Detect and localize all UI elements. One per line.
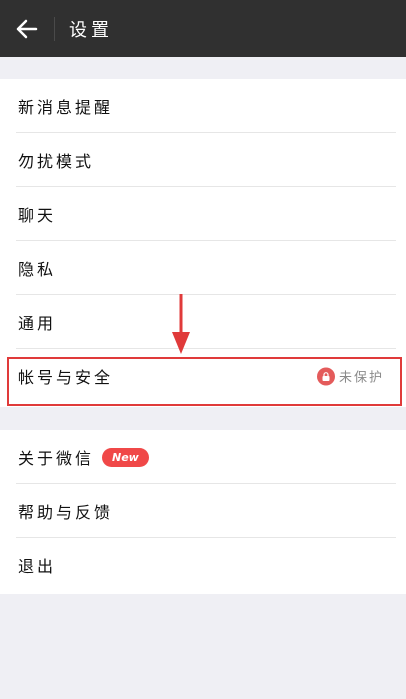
- settings-item-label: 帮助与反馈: [18, 503, 114, 522]
- settings-item-label: 帐号与安全: [18, 368, 114, 387]
- settings-item-privacy[interactable]: 隐私: [0, 241, 406, 295]
- arrow-left-icon: [16, 19, 38, 38]
- settings-item-do-not-disturb[interactable]: 勿扰模式: [0, 133, 406, 187]
- settings-item-label: 通用: [18, 314, 57, 333]
- settings-item-new-message-alerts[interactable]: 新消息提醒: [0, 79, 406, 133]
- settings-group-secondary: 关于微信 New 帮助与反馈 退出: [0, 430, 406, 594]
- settings-item-label: 关于微信: [18, 449, 95, 468]
- settings-item-label: 新消息提醒: [18, 98, 114, 117]
- settings-item-help-feedback[interactable]: 帮助与反馈: [0, 484, 406, 538]
- top-app-bar: 设置: [0, 0, 406, 57]
- settings-item-chat[interactable]: 聊天: [0, 187, 406, 241]
- status-text: 未保护: [338, 370, 384, 386]
- settings-item-label: 聊天: [18, 206, 57, 225]
- settings-item-label: 勿扰模式: [18, 152, 95, 171]
- settings-item-account-security[interactable]: 帐号与安全 未保护: [0, 349, 406, 403]
- settings-item-about-wechat[interactable]: 关于微信 New: [0, 430, 406, 484]
- new-badge: New: [102, 447, 149, 467]
- back-button[interactable]: [0, 0, 54, 57]
- settings-item-label: 隐私: [18, 260, 57, 279]
- lock-icon: [316, 367, 335, 385]
- page-title: 设置: [69, 19, 113, 41]
- settings-item-label: 退出: [18, 557, 57, 576]
- settings-item-logout[interactable]: 退出: [0, 538, 406, 592]
- settings-item-general[interactable]: 通用: [0, 295, 406, 349]
- protection-status: 未保护: [316, 367, 384, 386]
- header-divider: [54, 16, 55, 41]
- settings-group-main: 新消息提醒 勿扰模式 聊天 隐私 通用 帐号与安全 未保护: [0, 79, 406, 407]
